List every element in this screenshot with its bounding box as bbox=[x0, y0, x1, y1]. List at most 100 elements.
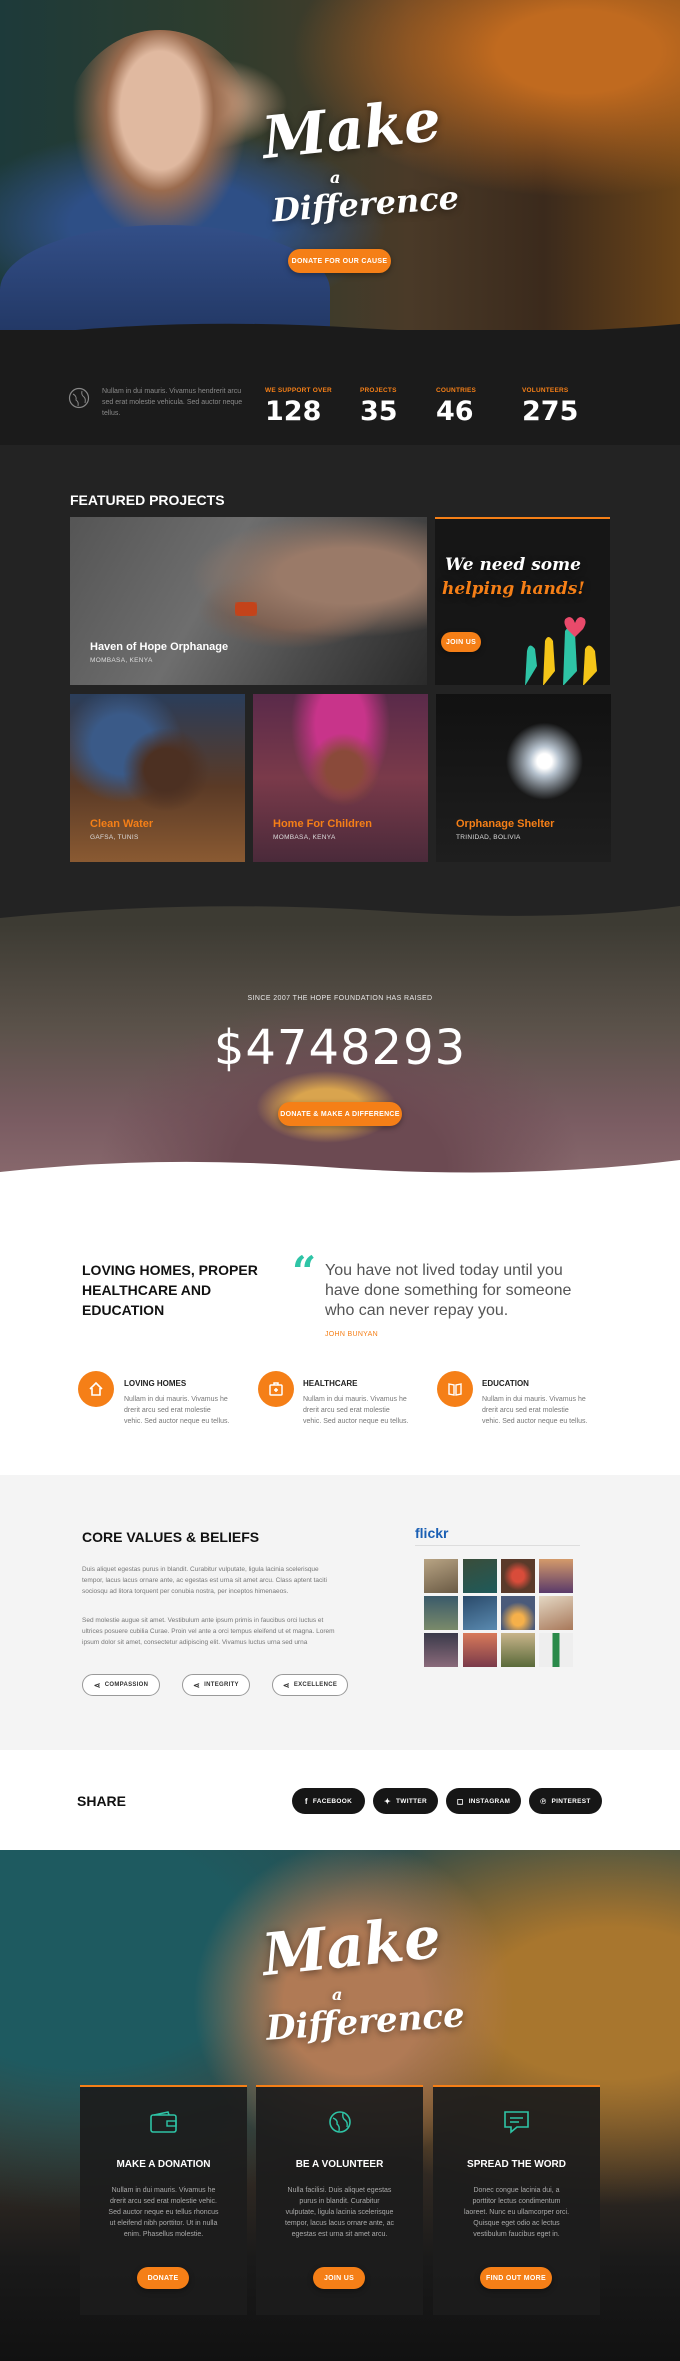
stats-intro-text: Nullam in dui mauris. Vivamus hendrerit … bbox=[102, 388, 243, 417]
hero-title-make: Make bbox=[258, 85, 444, 173]
funds-raised-section: SINCE 2007 THE HOPE FOUNDATION HAS RAISE… bbox=[0, 925, 680, 1185]
card-text-5: enim. Phasellus molestie. bbox=[123, 2231, 204, 2238]
share-twitter-button[interactable]: ✦ TWITTER bbox=[373, 1788, 438, 1814]
core-text-p1-l3: sociosqu ad litora torquent per conubia … bbox=[82, 1588, 289, 1595]
project-tile-clean-water[interactable]: Clean Water GAFSA, TUNIS bbox=[70, 694, 245, 862]
flickr-thumb[interactable] bbox=[463, 1596, 497, 1630]
card-text-4: ut eleifend nibh porttitor. Ut in nulla bbox=[109, 2220, 218, 2227]
funds-amount: $4748293 bbox=[213, 1020, 467, 1076]
wallet-icon bbox=[150, 2111, 177, 2138]
feature-text-homes-1: Nullam in dui mauris. Vivamus he bbox=[124, 1396, 228, 1403]
chat-bubble-icon bbox=[503, 2110, 530, 2139]
quote-line3: who can never repay you. bbox=[325, 1302, 509, 1319]
join-us-promo-button[interactable]: JOIN US bbox=[441, 632, 481, 652]
flickr-thumb[interactable] bbox=[539, 1559, 573, 1593]
card-text-1: Nullam in dui mauris. Vivamus he bbox=[111, 2187, 216, 2194]
card-spread-word: SPREAD THE WORD Donec congue lacinia dui… bbox=[433, 2085, 600, 2315]
card-text-3: Sed auctor neque eu tellus rhoncus bbox=[108, 2209, 219, 2216]
donate-difference-button[interactable]: DONATE & MAKE A DIFFERENCE bbox=[278, 1102, 402, 1126]
flickr-thumb[interactable] bbox=[424, 1633, 458, 1667]
pill-label: COMPASSION bbox=[104, 1682, 149, 1688]
cta-title-a: a bbox=[332, 1985, 343, 2004]
feature-text-health-2: drerit arcu sed erat molestie bbox=[303, 1407, 390, 1414]
flickr-logo[interactable]: flickr bbox=[415, 1525, 448, 1541]
book-icon bbox=[437, 1371, 473, 1407]
project-title: Clean Water bbox=[90, 818, 154, 830]
feature-text-health-3: vehic. Sed auctor neque eu tellus. bbox=[303, 1418, 409, 1425]
quote-line1: You have not lived today until you bbox=[325, 1262, 563, 1279]
project-location: GAFSA, TUNIS bbox=[90, 834, 139, 841]
quote-author: JOHN BUNYAN bbox=[325, 1331, 378, 1338]
project-tile-home-children[interactable]: Home For Children MOMBASA, KENYA bbox=[253, 694, 428, 862]
stat-label-countries: COUNTRIES bbox=[436, 387, 477, 394]
pill-label: INTEGRITY bbox=[204, 1682, 239, 1688]
donate-cause-button[interactable]: DONATE FOR OUR CAUSE bbox=[288, 249, 391, 273]
mission-heading-line3: EDUCATION bbox=[82, 1302, 165, 1318]
card-text-2: porttitor lectus condimentum bbox=[472, 2198, 561, 2205]
feature-title-health: HEALTHCARE bbox=[303, 1379, 358, 1388]
flickr-thumb[interactable] bbox=[539, 1596, 573, 1630]
project-title: Haven of Hope Orphanage bbox=[90, 641, 229, 653]
project-tile-haven[interactable]: Haven of Hope Orphanage MOMBASA, KENYA bbox=[70, 517, 427, 685]
card-text-2: drerit arcu sed erat molestie vehic. bbox=[110, 2198, 217, 2205]
find-out-more-button[interactable]: FIND OUT MORE bbox=[480, 2267, 552, 2289]
project-tile-orphanage-shelter[interactable]: Orphanage Shelter TRINIDAD, BOLIVIA bbox=[436, 694, 611, 862]
cta-title-difference: Difference bbox=[264, 1995, 466, 2049]
promo-line2: helping hands! bbox=[442, 579, 585, 599]
flickr-thumb[interactable] bbox=[463, 1559, 497, 1593]
pinterest-icon: ℗ bbox=[540, 1796, 547, 1806]
value-pill-excellence[interactable]: ⋖ EXCELLENCE bbox=[272, 1674, 348, 1696]
flickr-thumb[interactable] bbox=[501, 1633, 535, 1667]
feature-text-health-1: Nullam in dui mauris. Vivamus he bbox=[303, 1396, 407, 1403]
share-instagram-button[interactable]: ◻ INSTAGRAM bbox=[446, 1788, 521, 1814]
card-be-volunteer: BE A VOLUNTEER Nulla facilisi. Duis aliq… bbox=[256, 2085, 423, 2315]
share-section: SHARE f FACEBOOK ✦ TWITTER ◻ INSTAGRAM ℗ PIN… bbox=[0, 1750, 680, 1850]
share-facebook-button[interactable]: f FACEBOOK bbox=[292, 1788, 365, 1814]
project-location: MOMBASA, KENYA bbox=[273, 834, 336, 841]
stat-label-volunteers: VOLUNTEERS bbox=[522, 387, 569, 394]
flickr-thumb[interactable] bbox=[463, 1633, 497, 1667]
core-text-p1-l1: Duis aliquet egestas purus in blandit. C… bbox=[82, 1566, 319, 1573]
share-pinterest-button[interactable]: ℗ PINTEREST bbox=[529, 1788, 602, 1814]
flickr-thumb[interactable] bbox=[501, 1559, 535, 1593]
feature-text-homes-3: vehic. Sed auctor neque eu tellus. bbox=[124, 1418, 230, 1425]
instagram-icon: ◻ bbox=[456, 1796, 464, 1806]
share-label: FACEBOOK bbox=[312, 1797, 353, 1805]
stat-value-volunteers: 275 bbox=[522, 396, 579, 427]
stat-label-projects: PROJECTS bbox=[360, 387, 397, 394]
stats-bar: Nullam in dui mauris. Vivamus hendrerit … bbox=[0, 330, 680, 445]
share-label: PINTEREST bbox=[551, 1797, 591, 1805]
card-make-donation: MAKE A DONATION Nullam in dui mauris. Vi… bbox=[80, 2085, 247, 2315]
card-title: MAKE A DONATION bbox=[116, 2159, 211, 2170]
funds-caption: SINCE 2007 THE HOPE FOUNDATION HAS RAISE… bbox=[247, 995, 433, 1002]
featured-heading: FEATURED PROJECTS bbox=[70, 492, 225, 508]
call-to-action-section: Make a Difference MAKE A DONATION Nullam… bbox=[0, 1850, 680, 2361]
donate-button[interactable]: DONATE bbox=[137, 2267, 189, 2289]
butterfly-image bbox=[235, 602, 257, 616]
feature-title-education: EDUCATION bbox=[482, 1379, 529, 1388]
card-text-5: egestas est urna sit amet arcu. bbox=[291, 2231, 388, 2238]
mission-heading-line2: HEALTHCARE AND bbox=[82, 1282, 212, 1298]
core-values-section: CORE VALUES & BELIEFS Duis aliquet egest… bbox=[0, 1475, 680, 1750]
feature-text-homes-2: drerit arcu sed erat molestie bbox=[124, 1407, 211, 1414]
globe-icon bbox=[328, 2110, 352, 2139]
flickr-thumb[interactable] bbox=[424, 1596, 458, 1630]
value-pill-compassion[interactable]: ⋖ COMPASSION bbox=[82, 1674, 160, 1696]
stat-value-support: 128 bbox=[265, 396, 322, 427]
project-location: MOMBASA, KENYA bbox=[90, 657, 153, 664]
share-icon: ⋖ bbox=[193, 1680, 201, 1690]
flickr-thumb[interactable] bbox=[501, 1596, 535, 1630]
card-text-5: vestibulum faucibus eget in. bbox=[473, 2231, 560, 2238]
flickr-thumb[interactable] bbox=[424, 1559, 458, 1593]
pill-label: EXCELLENCE bbox=[293, 1682, 338, 1688]
value-pill-integrity[interactable]: ⋖ INTEGRITY bbox=[182, 1674, 250, 1696]
helping-hands-promo: We need some helping hands! JOIN US bbox=[435, 517, 610, 685]
flickr-thumb[interactable] bbox=[539, 1633, 573, 1667]
card-text-4: tempor, lacus lacus ornare ante, ac bbox=[285, 2220, 394, 2227]
mission-section: LOVING HOMES, PROPER HEALTHCARE AND EDUC… bbox=[0, 1185, 680, 1475]
join-us-button[interactable]: JOIN US bbox=[313, 2267, 365, 2289]
core-text-p2-l2: ultrices posuere cubilia Curae. Proin ve… bbox=[82, 1628, 335, 1635]
flickr-divider bbox=[415, 1545, 580, 1546]
hero-section: Make a Difference DONATE FOR OUR CAUSE bbox=[0, 0, 680, 345]
cta-title-make: Make bbox=[258, 1902, 444, 1990]
